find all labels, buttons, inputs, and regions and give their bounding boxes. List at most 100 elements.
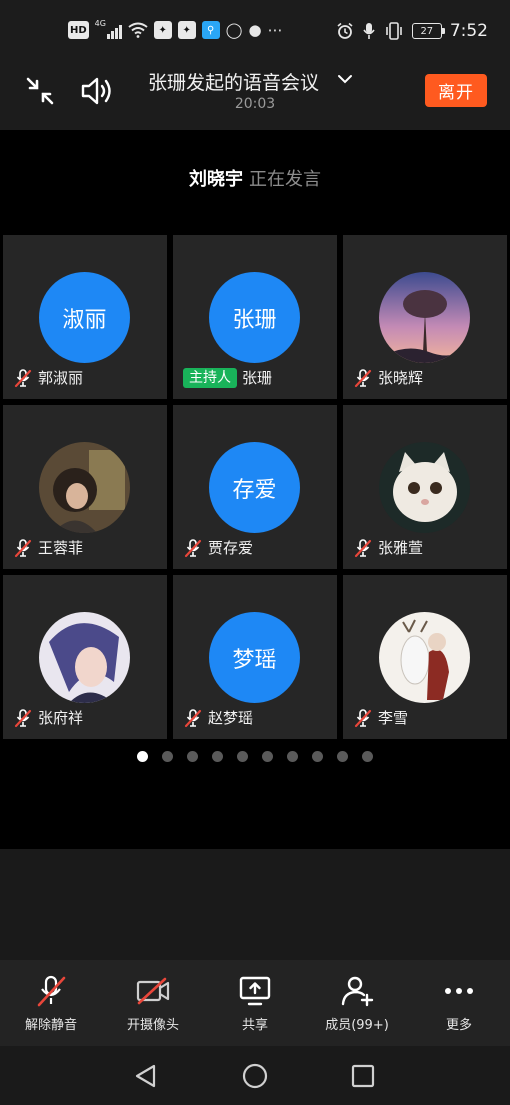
speaker-name: 刘晓宇 — [189, 169, 243, 190]
tool-label: 共享 — [241, 1018, 268, 1033]
camera-button[interactable]: 开摄像头 — [102, 960, 204, 1046]
participant-tile[interactable]: 淑丽 郭淑丽 — [3, 235, 167, 399]
page-dot[interactable] — [162, 751, 173, 762]
unmute-button[interactable]: 解除静音 — [0, 960, 102, 1046]
speaker-status: 正在发言 — [249, 169, 321, 190]
more-icon — [445, 988, 473, 994]
participant-label: 张雅萱 — [353, 537, 423, 558]
participant-tile[interactable]: 存爱 贾存爱 — [173, 405, 337, 569]
add-member-icon — [341, 976, 374, 1007]
chevron-down-icon[interactable] — [336, 70, 354, 88]
mic-muted-icon — [14, 538, 32, 557]
avatar-photo — [379, 612, 470, 703]
system-nav-bar — [0, 1046, 510, 1105]
meeting-screen: HD 4G ✦ ✦ ⚲ ◯ ● ⋯ 27 7:52 张珊发起的语音会议 20:0… — [0, 0, 510, 1105]
app-notification-icon: ✦ — [153, 21, 172, 39]
bottom-spacer — [0, 849, 510, 960]
mic-icon — [363, 23, 375, 39]
avatar: 淑丽 — [39, 272, 130, 363]
clock: 7:52 — [449, 21, 488, 41]
participant-label: 李雪 — [353, 707, 408, 728]
signal-icon: 4G — [95, 19, 122, 39]
page-indicator — [0, 751, 510, 762]
mic-muted-icon — [14, 708, 32, 727]
participant-label: 贾存爱 — [183, 537, 253, 558]
mic-muted-icon — [184, 538, 202, 557]
participant-name: 张府祥 — [38, 709, 84, 727]
participant-tile[interactable]: 王蓉菲 — [3, 405, 167, 569]
participant-label: 赵梦瑶 — [183, 707, 253, 728]
security-app-icon: ◯ — [225, 21, 243, 39]
participant-label: 王蓉菲 — [13, 537, 83, 558]
avatar — [379, 272, 470, 363]
participant-name: 李雪 — [378, 709, 409, 727]
leave-button[interactable]: 离开 — [425, 74, 487, 107]
mic-muted-icon — [354, 538, 372, 557]
avatar: 存爱 — [209, 442, 300, 533]
participant-tile[interactable]: 梦瑶 赵梦瑶 — [173, 575, 337, 739]
recents-icon[interactable] — [349, 1062, 377, 1090]
participant-tile[interactable]: 张府祥 — [3, 575, 167, 739]
page-dot[interactable] — [212, 751, 223, 762]
meeting-toolbar: 解除静音 开摄像头 共享 成员(99+) 更多 — [0, 960, 510, 1046]
avatar: 梦瑶 — [209, 612, 300, 703]
page-dot[interactable] — [312, 751, 323, 762]
participant-label: 主持人 张珊 — [183, 367, 272, 388]
meeting-title[interactable]: 张珊发起的语音会议 — [148, 68, 319, 95]
status-bar: HD 4G ✦ ✦ ⚲ ◯ ● ⋯ 27 7:52 — [0, 0, 510, 62]
avatar-photo — [379, 272, 470, 363]
avatar — [379, 612, 470, 703]
participant-label: 郭淑丽 — [13, 367, 83, 388]
hd-icon: HD — [68, 21, 89, 39]
tool-label: 更多 — [445, 1018, 472, 1033]
back-icon[interactable] — [132, 1062, 160, 1090]
page-dot[interactable] — [262, 751, 273, 762]
tool-label: 成员(99+) — [325, 1018, 389, 1033]
avatar — [39, 612, 130, 703]
mic-muted-icon — [37, 975, 66, 1007]
home-icon[interactable] — [241, 1062, 269, 1090]
host-badge: 主持人 — [183, 367, 237, 388]
wifi-icon — [128, 22, 148, 38]
members-button[interactable]: 成员(99+) — [306, 960, 408, 1046]
mic-muted-icon — [354, 368, 372, 387]
more-button[interactable]: 更多 — [408, 960, 510, 1046]
meeting-header: 张珊发起的语音会议 20:03 离开 — [0, 62, 510, 130]
share-button[interactable]: 共享 — [204, 960, 306, 1046]
page-dot[interactable] — [362, 751, 373, 762]
participant-tile[interactable]: 张雅萱 — [343, 405, 507, 569]
participant-name: 张晓辉 — [378, 369, 424, 387]
avatar: 张珊 — [209, 272, 300, 363]
camera-off-icon — [136, 977, 170, 1005]
participant-label: 张府祥 — [13, 707, 83, 728]
page-dot[interactable] — [137, 751, 148, 762]
search-app-icon: ⚲ — [201, 21, 220, 39]
participant-name: 张珊 — [242, 369, 273, 387]
alarm-icon — [337, 22, 353, 39]
participant-grid: 淑丽 郭淑丽 张珊 主持人 张珊 张晓辉 王蓉菲 存爱 贾存爱 张雅萱 张府祥 梦瑶 赵梦瑶 李雪 — [3, 235, 508, 739]
battery-icon: 27 — [411, 23, 445, 39]
participant-name: 赵梦瑶 — [208, 709, 254, 727]
participant-tile[interactable]: 张晓辉 — [343, 235, 507, 399]
participant-name: 郭淑丽 — [38, 369, 84, 387]
status-icons-left: HD 4G ✦ ✦ ⚲ ◯ ● ⋯ — [68, 19, 283, 39]
current-speaker: 刘晓宇 正在发言 — [0, 165, 510, 191]
avatar-photo — [39, 612, 130, 703]
mic-muted-icon — [354, 708, 372, 727]
chat-icon: ● — [248, 21, 262, 39]
participant-label: 张晓辉 — [353, 367, 423, 388]
share-screen-icon — [239, 976, 271, 1006]
avatar — [39, 442, 130, 533]
page-dot[interactable] — [187, 751, 198, 762]
participant-tile[interactable]: 张珊 主持人 张珊 — [173, 235, 337, 399]
app-notification-icon: ✦ — [177, 21, 196, 39]
mic-muted-icon — [14, 368, 32, 387]
avatar — [379, 442, 470, 533]
participant-tile[interactable]: 李雪 — [343, 575, 507, 739]
page-dot[interactable] — [237, 751, 248, 762]
page-dot[interactable] — [287, 751, 298, 762]
page-dot[interactable] — [337, 751, 348, 762]
participant-name: 贾存爱 — [208, 539, 254, 557]
avatar-photo — [379, 442, 470, 533]
avatar-photo — [39, 442, 130, 533]
